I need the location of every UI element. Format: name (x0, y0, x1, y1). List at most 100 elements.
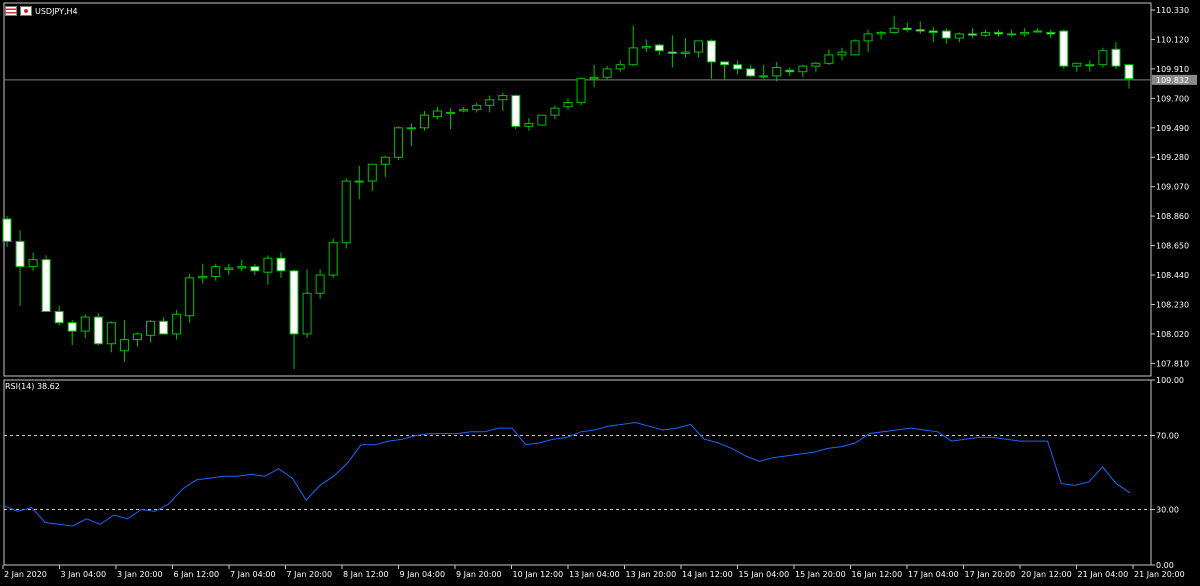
candle-bull (1085, 64, 1095, 67)
candle-bear (511, 95, 521, 127)
candle-bear (67, 322, 77, 332)
candle-bear (250, 266, 260, 272)
price-axis-label: 108.230 (1156, 300, 1189, 309)
flag-us-icon (5, 6, 17, 16)
candle-bear (1059, 30, 1069, 67)
price-axis-label: 109.490 (1156, 124, 1189, 133)
candle-bear (289, 270, 299, 335)
candle-bear (707, 40, 717, 63)
rsi-axis-label: 0.00 (1156, 561, 1174, 570)
candle-bull (615, 64, 625, 70)
candle-bull (237, 266, 247, 269)
candle-bear (902, 27, 912, 31)
time-axis-label: 17 Jan 20:00 (965, 570, 1016, 579)
candle-bear (2, 218, 12, 242)
time-axis-label: 21 Jan 20:00 (1134, 570, 1185, 579)
candle-bull (889, 27, 899, 33)
rsi-line (3, 421, 1131, 527)
candle-bull (211, 266, 221, 277)
candle-bear (1046, 31, 1056, 35)
time-axis-label: 10 Jan 12:00 (513, 570, 564, 579)
candle-bull (328, 242, 338, 276)
time-axis-label: 9 Jan 04:00 (400, 570, 446, 579)
candle-bull (589, 76, 599, 80)
candle-bear (159, 320, 169, 335)
candle-bull (954, 33, 964, 39)
time-axis-label: 13 Jan 20:00 (626, 570, 677, 579)
time-axis-label: 16 Jan 12:00 (852, 570, 903, 579)
time-axis-label: 3 Jan 20:00 (117, 570, 163, 579)
candle-bull (132, 333, 142, 341)
price-axis-label: 108.440 (1156, 271, 1189, 280)
time-axis-label: 15 Jan 20:00 (795, 570, 846, 579)
candle-bull (185, 277, 195, 317)
candle-bull (106, 322, 116, 345)
price-axis-label: 109.280 (1156, 153, 1189, 162)
candle-bull (367, 163, 377, 182)
time-axis-label: 21 Jan 04:00 (1078, 570, 1129, 579)
price-axis-label: 107.810 (1156, 359, 1189, 368)
candle-bear (994, 31, 1004, 35)
time-axis-label: 15 Jan 04:00 (739, 570, 790, 579)
candle-bull (798, 65, 808, 73)
candle-bear (15, 240, 25, 268)
candle-bear (54, 310, 64, 324)
price-axis-label: 110.120 (1156, 35, 1189, 44)
time-axis-label: 17 Jan 04:00 (908, 570, 959, 579)
candle-bull (198, 275, 208, 279)
candle-bull (693, 40, 703, 53)
candle-bull (850, 40, 860, 56)
rsi-axis-label: 70.00 (1156, 432, 1179, 441)
candle-bull (315, 274, 325, 294)
candle-bull (485, 99, 495, 106)
candle-bull (146, 320, 156, 336)
candle-bull (863, 33, 873, 42)
candle-bull (393, 127, 403, 158)
candle-bull (576, 78, 586, 104)
candle-bull (433, 110, 443, 118)
candle-bear (654, 44, 664, 52)
candle-bear (276, 257, 286, 272)
candle-bull (80, 316, 90, 332)
candle-bull (302, 292, 312, 335)
current-price-label: 109.832 (1156, 76, 1189, 85)
candle-bull (563, 102, 573, 108)
time-axis-label: 7 Jan 04:00 (230, 570, 276, 579)
price-axis-label: 110.330 (1156, 6, 1189, 15)
candle-bull (119, 339, 129, 352)
chart-root: 110.330 110.120 109.910 109.700 109.490 109.2… (0, 0, 1200, 584)
time-axis-label: 6 Jan 12:00 (174, 570, 220, 579)
candle-bear (1124, 64, 1134, 80)
candle-bear (746, 68, 756, 77)
candle-bull (1098, 50, 1108, 66)
candle-bull (980, 31, 990, 36)
rsi-axis-label: 30.00 (1156, 506, 1179, 515)
time-axis-label: 3 Jan 04:00 (61, 570, 107, 579)
chart-svg: 110.330 110.120 109.910 109.700 109.490 109.2… (2, 2, 1197, 579)
time-axis-label: 9 Jan 20:00 (456, 570, 502, 579)
price-axis-label: 108.650 (1156, 242, 1189, 251)
candle-bull (680, 51, 690, 54)
candle-bull (1007, 33, 1017, 36)
price-axis-label: 108.860 (1156, 212, 1189, 221)
candle-bull (1072, 62, 1082, 67)
candle-bull (354, 180, 364, 183)
candle-bull (1020, 31, 1030, 35)
candle-bull (446, 111, 456, 114)
rsi-label: RSI(14) 38.62 (5, 382, 60, 391)
candle-bull (28, 259, 38, 268)
candle-bear (941, 30, 951, 39)
symbol-title: USDJPY,H4 (35, 6, 78, 16)
chart-title: USDJPY,H4 (5, 4, 78, 18)
candle-bull (824, 54, 834, 64)
candle-bull (876, 31, 886, 35)
candle-bull (602, 68, 612, 78)
candle-bear (720, 61, 730, 66)
candle-bull (459, 109, 469, 112)
candle-bull (224, 267, 234, 270)
price-axis-label: 109.700 (1156, 94, 1189, 103)
candle-bear (928, 30, 938, 33)
candle-bull (341, 180, 351, 244)
candle-bull (419, 114, 429, 129)
candle-bear (915, 29, 925, 32)
